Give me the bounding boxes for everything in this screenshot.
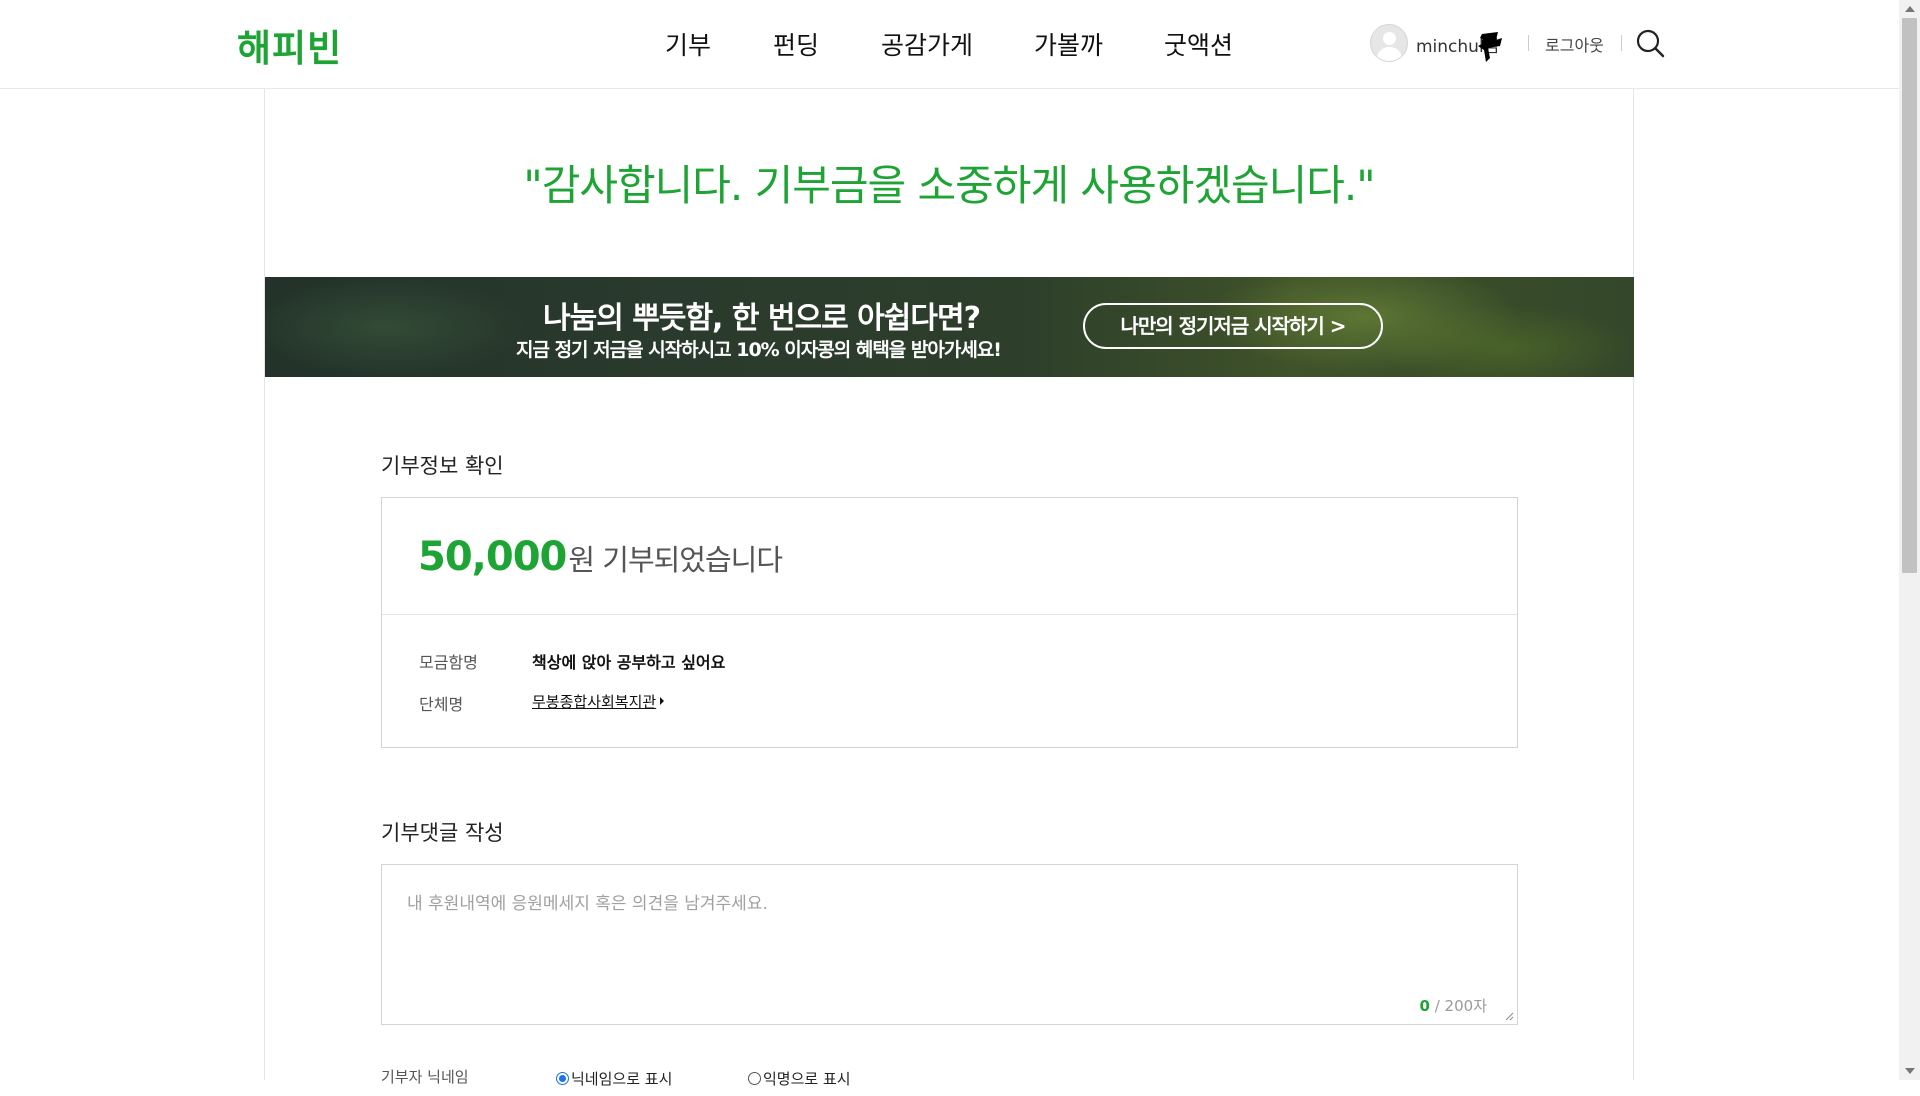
util-separator: [1528, 35, 1529, 51]
radio-unselected-icon[interactable]: [748, 1072, 761, 1085]
scroll-up-icon[interactable]: [1905, 6, 1915, 12]
scroll-thumb[interactable]: [1902, 18, 1917, 573]
user-avatar-icon[interactable]: [1370, 24, 1408, 62]
scroll-down-icon[interactable]: [1905, 1068, 1915, 1074]
happybean-logo[interactable]: 해피빈: [237, 18, 342, 72]
top-header: 해피빈 기부 펀딩 공감가게 가볼까 굿액션 minchul님 로그아웃: [0, 0, 1899, 89]
resize-grip-icon[interactable]: [1504, 1011, 1514, 1021]
arrow-right-icon: [660, 697, 665, 705]
radio-nickname-label: 닉네임으로 표시: [571, 1070, 673, 1088]
org-name[interactable]: 무봉종합사회복지관: [532, 693, 656, 711]
nav-funding[interactable]: 펀딩: [773, 26, 819, 62]
util-separator: [1621, 35, 1622, 51]
radio-anonymous-label: 익명으로 표시: [763, 1070, 851, 1088]
donation-info-title: 기부정보 확인: [381, 454, 504, 478]
org-name-link[interactable]: 무봉종합사회복지관: [532, 691, 665, 712]
page-scrollbar[interactable]: [1899, 0, 1920, 1080]
org-label: 단체명: [419, 695, 464, 714]
nav-good-action[interactable]: 굿액션: [1164, 26, 1233, 62]
logout-link[interactable]: 로그아웃: [1545, 32, 1604, 56]
char-count-current: 0: [1419, 997, 1430, 1015]
thanks-message: "감사합니다. 기부금을 소중하게 사용하겠습니다.": [523, 161, 1375, 210]
fundraiser-label: 모금함명: [419, 653, 478, 672]
search-icon[interactable]: [1635, 28, 1665, 58]
nav-donate[interactable]: 기부: [665, 26, 711, 62]
fundraiser-name: 책상에 앉아 공부하고 싶어요: [532, 653, 726, 672]
amount-value: 50,000: [418, 534, 567, 580]
redaction-scribble: [1478, 32, 1502, 62]
banner-subtitle: 지금 정기 저금을 시작하시고 10% 이자콩의 혜택을 받아가세요!: [516, 339, 1002, 361]
start-savings-button[interactable]: 나만의 정기저금 시작하기 >: [1083, 303, 1383, 349]
radio-selected-icon[interactable]: [556, 1072, 569, 1085]
nav-trip[interactable]: 가볼까: [1034, 26, 1103, 62]
nickname-row: 기부자 닉네임 닉네임으로 표시 익명으로 표시: [381, 1066, 1518, 1096]
char-counter: 0 / 200자: [1420, 995, 1487, 1016]
radio-anonymous[interactable]: 익명으로 표시: [748, 1068, 851, 1089]
char-count-max: / 200자: [1429, 997, 1487, 1015]
donation-info-box: 50,000원 기부되었습니다 모금함명 책상에 앉아 공부하고 싶어요 단체명…: [381, 497, 1518, 748]
radio-nickname[interactable]: 닉네임으로 표시: [556, 1068, 672, 1089]
savings-banner[interactable]: 나눔의 뿌듯함, 한 번으로 아쉽다면? 지금 정기 저금을 시작하시고 10%…: [265, 277, 1634, 377]
nav-store[interactable]: 공감가게: [881, 26, 973, 62]
comment-box: 0 / 200자: [381, 864, 1518, 1025]
amount-suffix: 원 기부되었습니다: [568, 543, 783, 577]
donation-amount: 50,000원 기부되었습니다: [418, 534, 783, 580]
comment-input[interactable]: [382, 865, 1517, 1024]
comment-section-title: 기부댓글 작성: [381, 821, 504, 845]
nickname-label: 기부자 닉네임: [381, 1068, 469, 1086]
info-divider: [382, 614, 1517, 615]
banner-title: 나눔의 뿌듯함, 한 번으로 아쉽다면?: [543, 301, 981, 336]
